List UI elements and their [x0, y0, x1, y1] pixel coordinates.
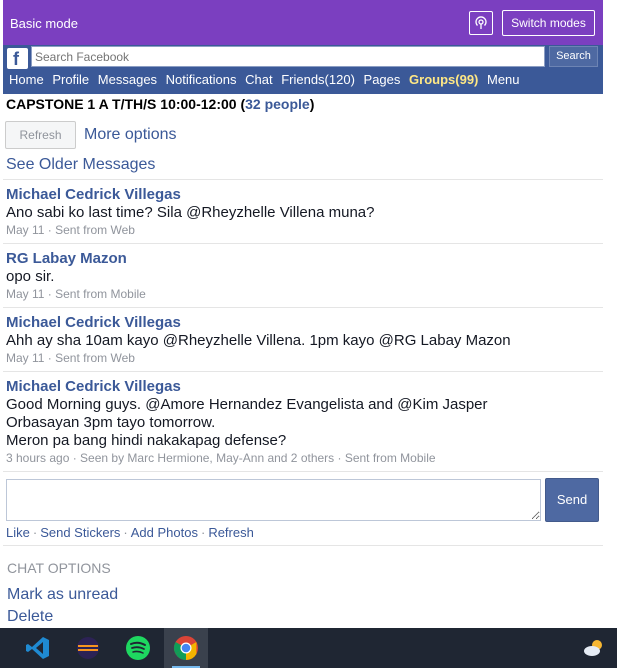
search-button[interactable]: Search — [549, 46, 598, 67]
facebook-logo-icon[interactable]: f — [7, 48, 28, 69]
mark-as-unread-link[interactable]: Mark as unread — [7, 586, 118, 604]
message-text: Ahh ay sha 10am kayo @Rheyzhelle Villena… — [6, 332, 511, 349]
see-older-messages-link[interactable]: See Older Messages — [6, 156, 155, 174]
send-button[interactable]: Send — [545, 478, 599, 522]
main-nav: Home Profile Messages Notifications Chat… — [9, 72, 525, 87]
people-link[interactable]: 32 people — [245, 96, 310, 112]
eclipse-icon — [77, 637, 99, 659]
windows-taskbar — [0, 628, 617, 668]
message-author[interactable]: Michael Cedrick Villegas — [6, 378, 596, 396]
spotify-taskbar-button[interactable] — [116, 628, 160, 668]
message-item: Michael Cedrick Villegas Ano sabi ko las… — [6, 186, 596, 239]
facebook-header: f Search Home Profile Messages Notificat… — [3, 45, 603, 94]
message-item: RG Labay Mazon opo sir. May 11 · Sent fr… — [6, 250, 596, 303]
message-meta: May 11 · Sent from Web — [6, 351, 135, 365]
send-stickers-link[interactable]: Send Stickers — [40, 525, 120, 540]
refresh-button[interactable]: Refresh — [5, 121, 76, 149]
message-composer[interactable] — [6, 479, 541, 521]
broadcast-icon — [475, 16, 487, 29]
message-meta: May 11 · Sent from Mobile — [6, 287, 146, 301]
nav-chat[interactable]: Chat — [245, 72, 272, 87]
message-text: Orbasayan 3pm tayo tomorrow. — [6, 414, 216, 431]
message-meta: May 11 · Sent from Web — [6, 223, 135, 237]
message-text: Ano sabi ko last time? Sila @Rheyzhelle … — [6, 204, 375, 221]
eclipse-taskbar-button[interactable] — [66, 628, 110, 668]
message-author[interactable]: Michael Cedrick Villegas — [6, 314, 596, 332]
divider — [3, 371, 603, 372]
composer-actions: Like · Send Stickers · Add Photos · Refresh — [6, 525, 254, 540]
chat-options-heading: CHAT OPTIONS — [7, 560, 111, 576]
message-item: Michael Cedrick Villegas Ahh ay sha 10am… — [6, 314, 596, 367]
vscode-icon — [26, 637, 49, 659]
chrome-taskbar-button[interactable] — [164, 628, 208, 668]
nav-messages[interactable]: Messages — [98, 72, 157, 87]
message-text: Good Morning guys. @Amore Hernandez Evan… — [6, 396, 488, 413]
delete-link[interactable]: Delete — [7, 608, 53, 626]
weather-tray-button[interactable] — [576, 628, 612, 668]
nav-friends[interactable]: Friends(120) — [281, 72, 355, 87]
message-author[interactable]: Michael Cedrick Villegas — [6, 186, 596, 204]
divider — [3, 307, 603, 308]
divider — [3, 179, 603, 180]
spotify-icon — [126, 636, 150, 660]
weather-icon — [584, 640, 602, 656]
divider — [3, 471, 603, 472]
message-meta: 3 hours ago · Seen by Marc Hermione, May… — [6, 451, 436, 465]
message-author[interactable]: RG Labay Mazon — [6, 250, 596, 268]
basic-mode-bar: Basic mode Switch modes — [3, 0, 603, 45]
message-text: Meron pa bang hindi nakakapag defense? — [6, 432, 287, 449]
search-input[interactable] — [31, 46, 545, 67]
message-item: Michael Cedrick Villegas Good Morning gu… — [6, 378, 596, 467]
add-photos-link[interactable]: Add Photos — [131, 525, 198, 540]
nav-pages[interactable]: Pages — [364, 72, 401, 87]
nav-notifications[interactable]: Notifications — [166, 72, 237, 87]
nav-home[interactable]: Home — [9, 72, 44, 87]
data-saver-button[interactable] — [469, 11, 493, 35]
facebook-basic-page: Basic mode Switch modes f Search Home Pr… — [3, 0, 603, 628]
nav-profile[interactable]: Profile — [52, 72, 89, 87]
message-text: opo sir. — [6, 268, 55, 285]
like-link[interactable]: Like — [6, 525, 30, 540]
more-options-link[interactable]: More options — [84, 126, 177, 144]
refresh-link[interactable]: Refresh — [208, 525, 254, 540]
mode-label: Basic mode — [10, 16, 78, 31]
switch-modes-button[interactable]: Switch modes — [502, 10, 595, 36]
conversation-title: CAPSTONE 1 A T/TH/S 10:00-12:00 (32 peop… — [6, 96, 315, 112]
divider — [3, 243, 603, 244]
nav-groups[interactable]: Groups(99) — [409, 72, 478, 87]
divider — [3, 545, 603, 546]
chrome-icon — [173, 636, 198, 660]
vscode-taskbar-button[interactable] — [16, 628, 60, 668]
nav-menu[interactable]: Menu — [487, 72, 520, 87]
group-name: CAPSTONE 1 A T/TH/S 10:00-12:00 — [6, 96, 237, 112]
